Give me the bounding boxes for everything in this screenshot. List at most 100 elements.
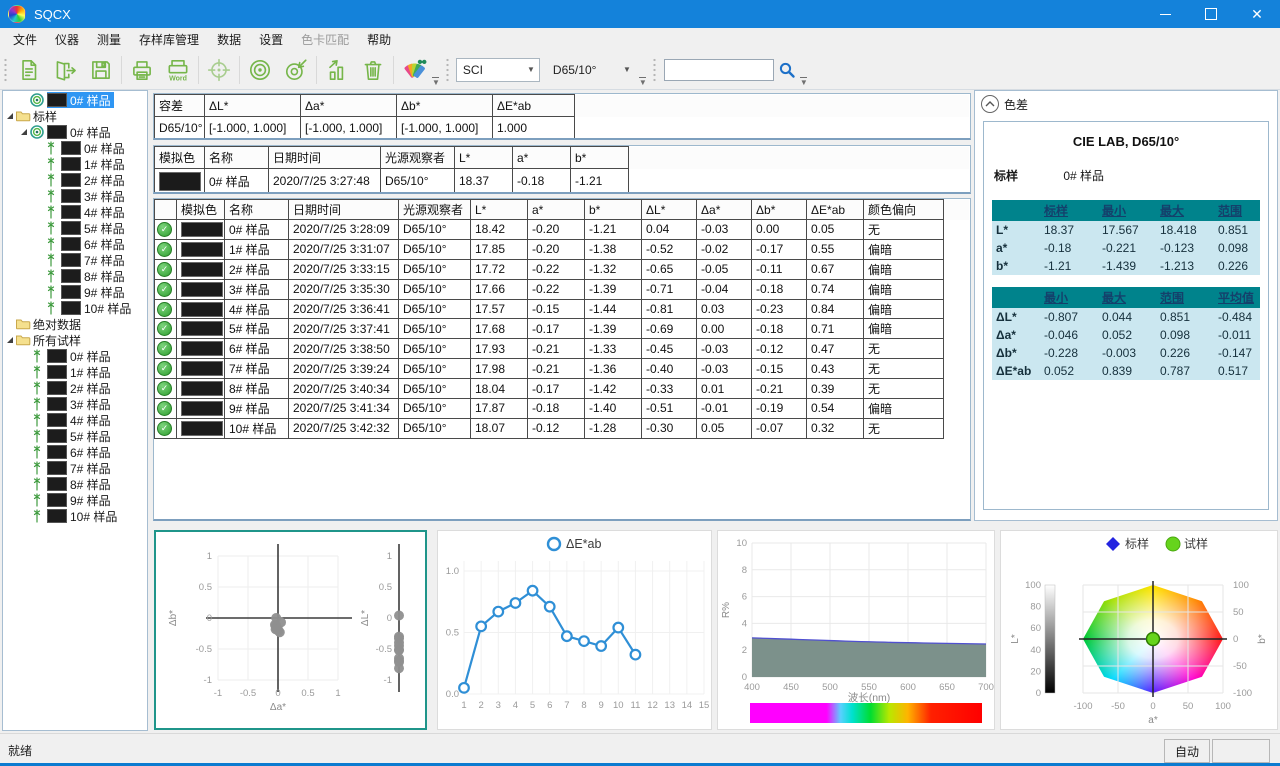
toolbar-grip[interactable] xyxy=(652,57,657,83)
statistics-icon xyxy=(324,57,350,83)
svg-text:50: 50 xyxy=(1183,701,1194,712)
tree-item-0样品[interactable]: 0# 样品 xyxy=(3,140,147,156)
tree-item-绝对数据[interactable]: 绝对数据 xyxy=(3,316,147,332)
menu-item-帮助[interactable]: 帮助 xyxy=(358,28,400,51)
standard-row[interactable]: 0# 样品2020/7/25 3:27:48D65/10°18.37-0.18-… xyxy=(155,169,970,194)
maximize-button[interactable] xyxy=(1188,0,1234,28)
tree-item-0样品[interactable]: 0# 样品 xyxy=(3,348,147,364)
tree-item-0样品[interactable]: 0# 样品 xyxy=(3,124,147,140)
tree-item-标样[interactable]: 标样 xyxy=(3,108,147,124)
menu-item-存样库管理[interactable]: 存样库管理 xyxy=(130,28,208,51)
menu-item-测量[interactable]: 测量 xyxy=(88,28,130,51)
collapse-chevron-icon[interactable] xyxy=(981,95,999,113)
tolerance-row[interactable]: D65/10°[-1.000, 1.000][-1.000, 1.000][-1… xyxy=(155,117,970,139)
folder-icon xyxy=(15,109,31,123)
sample-row-8样品[interactable]: ✓8# 样品2020/7/25 3:40:34D65/10°18.04-0.17… xyxy=(155,379,970,399)
print-button[interactable] xyxy=(124,53,160,87)
tree-item-label: 10# 样品 xyxy=(70,508,117,525)
color-swatch xyxy=(47,365,67,379)
tree-item-4样品[interactable]: 4# 样品 xyxy=(3,412,147,428)
tree-item-5样品[interactable]: 5# 样品 xyxy=(3,220,147,236)
sample-icon xyxy=(43,173,59,187)
delta-ab-scatter-chart[interactable]: -1-1-0.5-0.5000.50.511Δb*Δa*-1-0.500.51Δ… xyxy=(154,530,427,730)
sample-row-7样品[interactable]: ✓7# 样品2020/7/25 3:39:24D65/10°17.98-0.21… xyxy=(155,359,970,379)
toolbar-overflow-icon[interactable]: ▼ xyxy=(800,77,808,87)
tree-item-1样品[interactable]: 1# 样品 xyxy=(3,156,147,172)
statistics-button[interactable] xyxy=(319,53,355,87)
tree-item-所有试样[interactable]: 所有试样 xyxy=(3,332,147,348)
search-icon[interactable] xyxy=(778,61,796,79)
tree-expander-icon[interactable] xyxy=(7,337,13,343)
sample-row-0样品[interactable]: ✓0# 样品2020/7/25 3:28:09D65/10°18.42-0.20… xyxy=(155,220,970,240)
sample-row-5样品[interactable]: ✓5# 样品2020/7/25 3:37:41D65/10°17.68-0.17… xyxy=(155,319,970,339)
tree-item-9样品[interactable]: 9# 样品 xyxy=(3,492,147,508)
svg-text:-1: -1 xyxy=(214,688,222,699)
sci-sce-select[interactable]: SCI▼ xyxy=(456,58,540,82)
tree-item-8样品[interactable]: 8# 样品 xyxy=(3,268,147,284)
auto-button[interactable]: 自动 xyxy=(1164,739,1210,763)
menu-item-设置[interactable]: 设置 xyxy=(250,28,292,51)
export-button[interactable] xyxy=(47,53,83,87)
toolbar-overflow-icon[interactable]: ▼ xyxy=(639,77,647,87)
save-button[interactable] xyxy=(83,53,119,87)
standard-header: b* xyxy=(571,147,629,169)
sample-icon xyxy=(43,189,59,203)
sample-row-1样品[interactable]: ✓1# 样品2020/7/25 3:31:07D65/10°17.85-0.20… xyxy=(155,239,970,259)
delta-stat-header xyxy=(992,287,1040,308)
tree-item-5样品[interactable]: 5# 样品 xyxy=(3,428,147,444)
illuminant-observer-select[interactable]: D65/10°▼ xyxy=(546,58,636,82)
minimize-button[interactable] xyxy=(1142,0,1188,28)
sample-row-3样品[interactable]: ✓3# 样品2020/7/25 3:35:30D65/10°17.66-0.22… xyxy=(155,279,970,299)
color-swatch xyxy=(61,237,81,251)
toolbar-separator xyxy=(121,56,122,84)
tree-item-3样品[interactable]: 3# 样品 xyxy=(3,188,147,204)
tree-item-6样品[interactable]: 6# 样品 xyxy=(3,444,147,460)
tree-item-2样品[interactable]: 2# 样品 xyxy=(3,172,147,188)
menu-item-数据[interactable]: 数据 xyxy=(208,28,250,51)
tree-item-4样品[interactable]: 4# 样品 xyxy=(3,204,147,220)
measure-sample-button[interactable] xyxy=(278,53,314,87)
tree-item-7样品[interactable]: 7# 样品 xyxy=(3,252,147,268)
color-swatch xyxy=(61,221,81,235)
measure-standard-button[interactable] xyxy=(242,53,278,87)
sample-row-4样品[interactable]: ✓4# 样品2020/7/25 3:36:41D65/10°17.57-0.15… xyxy=(155,299,970,319)
sample-row-9样品[interactable]: ✓9# 样品2020/7/25 3:41:34D65/10°17.87-0.18… xyxy=(155,399,970,419)
tree-item-3样品[interactable]: 3# 样品 xyxy=(3,396,147,412)
svg-text:10: 10 xyxy=(736,538,747,549)
sample-row-6样品[interactable]: ✓6# 样品2020/7/25 3:38:50D65/10°17.93-0.21… xyxy=(155,339,970,359)
reflectance-chart[interactable]: 0246810400450500550600650700R%波长(nm) xyxy=(717,530,995,730)
menu-item-文件[interactable]: 文件 xyxy=(4,28,46,51)
color-gamut-chart[interactable]: 标样试样020406080100L*-100-50050100b*-100-50… xyxy=(1000,530,1278,730)
tree-item-10样品[interactable]: 10# 样品 xyxy=(3,300,147,316)
sample-row-2样品[interactable]: ✓2# 样品2020/7/25 3:33:15D65/10°17.72-0.22… xyxy=(155,259,970,279)
sample-color-swatch xyxy=(181,341,223,356)
menu-item-仪器[interactable]: 仪器 xyxy=(46,28,88,51)
delete-button[interactable] xyxy=(355,53,391,87)
export-word-button[interactable]: Word xyxy=(160,53,196,87)
tree-item-10样品[interactable]: 10# 样品 xyxy=(3,508,147,524)
toolbar-grip[interactable] xyxy=(445,57,450,83)
tree-item-8样品[interactable]: 8# 样品 xyxy=(3,476,147,492)
new-document-button[interactable] xyxy=(11,53,47,87)
tree-item-0样品[interactable]: 0# 样品 xyxy=(3,92,147,108)
color-swatch xyxy=(61,253,81,267)
close-button[interactable]: ✕ xyxy=(1234,0,1280,28)
svg-text:-50: -50 xyxy=(1233,661,1247,672)
tree-expander-icon[interactable] xyxy=(7,113,13,119)
delta-e-trend-chart[interactable]: ΔE*ab0.00.51.0123456789101112131415 xyxy=(437,530,712,730)
tolerance-table: 容差ΔL*Δa*Δb*ΔE*abD65/10°[-1.000, 1.000][-… xyxy=(154,94,970,139)
tree-item-9样品[interactable]: 9# 样品 xyxy=(3,284,147,300)
color-card-search-button[interactable] xyxy=(396,53,432,87)
delete-icon xyxy=(360,57,386,83)
sample-row-10样品[interactable]: ✓10# 样品2020/7/25 3:42:32D65/10°18.07-0.1… xyxy=(155,418,970,438)
tree-expander-icon[interactable] xyxy=(21,129,27,135)
toolbar-grip[interactable] xyxy=(3,57,8,83)
search-input[interactable] xyxy=(664,59,774,81)
toolbar-overflow-icon[interactable]: ▼ xyxy=(432,77,440,87)
calibrate-button[interactable] xyxy=(201,53,237,87)
tree-item-7样品[interactable]: 7# 样品 xyxy=(3,460,147,476)
tree-item-6样品[interactable]: 6# 样品 xyxy=(3,236,147,252)
tree-item-2样品[interactable]: 2# 样品 xyxy=(3,380,147,396)
tree-item-1样品[interactable]: 1# 样品 xyxy=(3,364,147,380)
tolerance-panel: 容差ΔL*Δa*Δb*ΔE*abD65/10°[-1.000, 1.000][-… xyxy=(153,93,971,140)
